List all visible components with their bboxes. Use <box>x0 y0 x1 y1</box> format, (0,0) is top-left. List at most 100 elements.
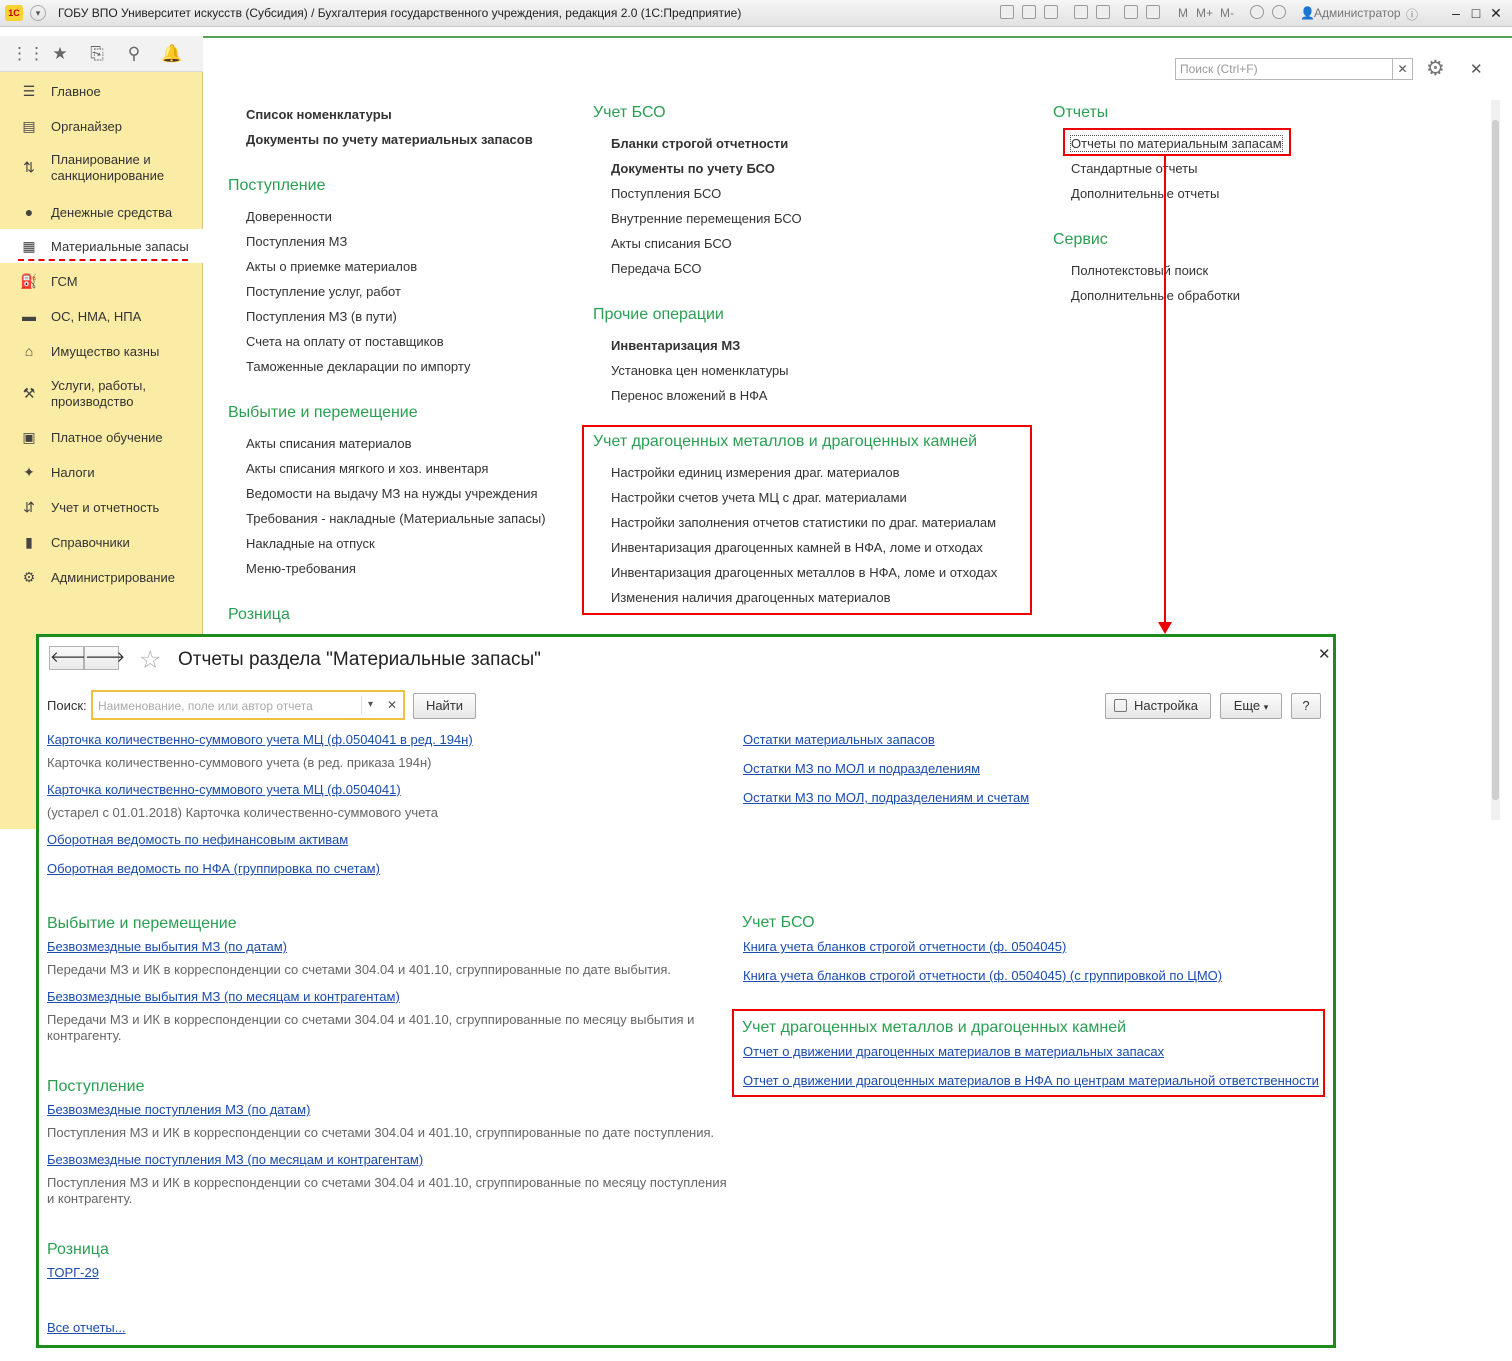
menu-link[interactable]: Инвентаризация МЗ <box>611 338 740 353</box>
menu-link[interactable]: Инвентаризация драгоценных камней в НФА,… <box>611 540 983 555</box>
sidebar-item-organizer[interactable]: ▤ Органайзер <box>0 109 203 143</box>
user-name[interactable]: Администратор <box>1314 6 1401 20</box>
sidebar-item-education[interactable]: ▣ Платное обучение <box>0 420 203 454</box>
menu-link[interactable]: Изменения наличия драгоценных материалов <box>611 590 891 605</box>
report-link[interactable]: Безвозмездные выбытия МЗ (по месяцам и к… <box>47 989 400 1004</box>
sidebar-item-materials[interactable]: ▦ Материальные запасы <box>0 229 203 263</box>
bell-icon[interactable]: 🔔 <box>160 42 184 66</box>
menu-link[interactable]: Акты списания материалов <box>246 436 412 451</box>
app-logo-icon[interactable]: 1C <box>5 5 23 21</box>
report-link[interactable]: Остатки МЗ по МОЛ и подразделениям <box>743 761 980 776</box>
menu-link[interactable]: Дополнительные отчеты <box>1071 186 1219 201</box>
menu-link[interactable]: Настройки единиц измерения драг. материа… <box>611 465 900 480</box>
memory-m-button[interactable]: M <box>1178 6 1188 20</box>
attach-icon[interactable] <box>1096 5 1110 19</box>
search-input[interactable]: Поиск (Ctrl+F) <box>1175 58 1393 80</box>
calculator-icon[interactable] <box>1124 5 1138 19</box>
report-link[interactable]: Книга учета бланков строгой отчетности (… <box>743 939 1066 954</box>
preview-icon[interactable] <box>1044 5 1058 19</box>
menu-link[interactable]: Инвентаризация драгоценных металлов в НФ… <box>611 565 997 580</box>
menu-link[interactable]: Счета на оплату от поставщиков <box>246 334 444 349</box>
menu-link[interactable]: Документы по учету материальных запасов <box>246 132 533 147</box>
report-link[interactable]: Оборотная ведомость по нефинансовым акти… <box>47 832 348 847</box>
menu-link[interactable]: Дополнительные обработки <box>1071 288 1240 303</box>
close-icon[interactable]: ✕ <box>1318 645 1331 663</box>
report-link[interactable]: Остатки МЗ по МОЛ, подразделениям и счет… <box>743 790 1029 805</box>
memory-m-minus-button[interactable]: M- <box>1220 6 1234 20</box>
menu-link[interactable]: Перенос вложений в НФА <box>611 388 767 403</box>
print-icon[interactable] <box>1022 5 1036 19</box>
menu-link[interactable]: Поступления МЗ (в пути) <box>246 309 397 324</box>
menu-link[interactable]: Требования - накладные (Материальные зап… <box>246 511 546 526</box>
report-link[interactable]: Безвозмездные поступления МЗ (по месяцам… <box>47 1152 423 1167</box>
menu-link[interactable]: Установка цен номенклатуры <box>611 363 789 378</box>
sidebar-item-taxes[interactable]: ✦ Налоги <box>0 455 203 489</box>
menu-link-materials-reports[interactable]: Отчеты по материальным запасам <box>1070 135 1283 152</box>
search-icon[interactable]: ⚲ <box>122 42 146 66</box>
forward-button[interactable]: 🡒 <box>84 646 125 670</box>
scrollbar-thumb[interactable] <box>1492 120 1499 800</box>
menu-link[interactable]: Доверенности <box>246 209 332 224</box>
menu-link[interactable]: Поступления МЗ <box>246 234 347 249</box>
menu-link[interactable]: Накладные на отпуск <box>246 536 375 551</box>
history-icon[interactable]: ⎘ <box>85 42 109 66</box>
find-button[interactable]: Найти <box>413 693 476 719</box>
sidebar-item-reporting[interactable]: ⇵ Учет и отчетность <box>0 490 203 524</box>
menu-link[interactable]: Поступление услуг, работ <box>246 284 401 299</box>
sidebar-item-catalogs[interactable]: ▮ Справочники <box>0 525 203 559</box>
help-button[interactable]: ? <box>1291 693 1321 719</box>
zoom-out-icon[interactable] <box>1272 5 1286 19</box>
report-link[interactable]: Отчет о движении драгоценных материалов … <box>743 1044 1164 1059</box>
menu-link[interactable]: Поступления БСО <box>611 186 721 201</box>
maximize-icon[interactable]: □ <box>1468 4 1484 22</box>
all-reports-link[interactable]: Все отчеты... <box>47 1320 126 1335</box>
menu-link[interactable]: Настройки счетов учета МЦ с драг. матери… <box>611 490 907 505</box>
export-icon[interactable] <box>1074 5 1088 19</box>
calendar-icon[interactable] <box>1146 5 1160 19</box>
panel-close-icon[interactable]: ✕ <box>1470 60 1483 78</box>
sidebar-item-admin[interactable]: ⚙ Администрирование <box>0 560 203 594</box>
more-button[interactable]: Еще ▾ <box>1220 693 1282 719</box>
dropdown-icon[interactable]: ▾ <box>361 696 379 714</box>
sidebar-item-money[interactable]: ● Денежные средства <box>0 195 203 229</box>
report-link[interactable]: Карточка количественно-суммового учета М… <box>47 782 401 797</box>
zoom-in-icon[interactable] <box>1250 5 1264 19</box>
sidebar-item-planning[interactable]: ⇅ Планирование и санкционирование <box>0 150 203 184</box>
minimize-icon[interactable]: – <box>1448 4 1464 22</box>
report-link[interactable]: Оборотная ведомость по НФА (группировка … <box>47 861 380 876</box>
favorite-star-icon[interactable]: ☆ <box>139 645 161 675</box>
report-link[interactable]: Отчет о движении драгоценных материалов … <box>743 1073 1319 1088</box>
sidebar-item-main[interactable]: ☰ Главное <box>0 74 203 108</box>
info-icon[interactable]: ⓘ <box>1406 6 1418 23</box>
report-link[interactable]: ТОРГ-29 <box>47 1265 99 1280</box>
report-link[interactable]: Книга учета бланков строгой отчетности (… <box>743 968 1222 983</box>
menu-link[interactable]: Меню-требования <box>246 561 356 576</box>
report-link[interactable]: Остатки материальных запасов <box>743 732 935 747</box>
report-link[interactable]: Карточка количественно-суммового учета М… <box>47 732 473 747</box>
menu-link[interactable]: Бланки строгой отчетности <box>611 136 788 151</box>
menu-link[interactable]: Акты о приемке материалов <box>246 259 417 274</box>
menu-link[interactable]: Акты списания БСО <box>611 236 732 251</box>
search-clear-icon[interactable]: ✕ <box>1393 58 1413 80</box>
save-icon[interactable] <box>1000 5 1014 19</box>
menu-link[interactable]: Документы по учету БСО <box>611 161 775 176</box>
sidebar-item-treasury[interactable]: ⌂ Имущество казны <box>0 334 203 368</box>
clear-icon[interactable]: ✕ <box>383 696 401 714</box>
settings-button[interactable]: Настройка <box>1105 693 1211 719</box>
star-icon[interactable]: ★ <box>48 42 72 66</box>
apps-grid-icon[interactable]: ⋮⋮ <box>11 42 45 66</box>
menu-link[interactable]: Полнотекстовый поиск <box>1071 263 1208 278</box>
report-link[interactable]: Безвозмездные поступления МЗ (по датам) <box>47 1102 310 1117</box>
menu-link[interactable]: Ведомости на выдачу МЗ на нужды учрежден… <box>246 486 538 501</box>
report-link[interactable]: Безвозмездные выбытия МЗ (по датам) <box>47 939 287 954</box>
settings-gear-icon[interactable]: ⚙ <box>1426 56 1445 81</box>
menu-link[interactable]: Передача БСО <box>611 261 702 276</box>
menu-link[interactable]: Акты списания мягкого и хоз. инвентаря <box>246 461 488 476</box>
sidebar-item-services[interactable]: ⚒ Услуги, работы, производство <box>0 376 203 410</box>
window-menu-icon[interactable]: ▾ <box>30 5 46 21</box>
sidebar-item-assets[interactable]: ▬ ОС, НМА, НПА <box>0 299 203 333</box>
menu-link[interactable]: Список номенклатуры <box>246 107 392 122</box>
report-search-input[interactable]: Наименование, поле или автор отчета ▾ ✕ <box>91 690 405 720</box>
menu-link[interactable]: Стандартные отчеты <box>1071 161 1197 176</box>
sidebar-item-fuel[interactable]: ⛽ ГСМ <box>0 264 203 298</box>
